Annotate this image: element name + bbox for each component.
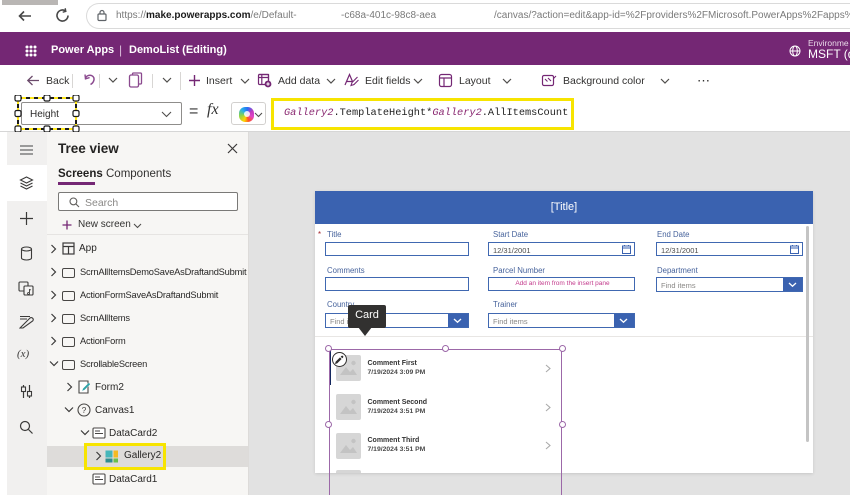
svg-text:?: ? (82, 405, 87, 415)
